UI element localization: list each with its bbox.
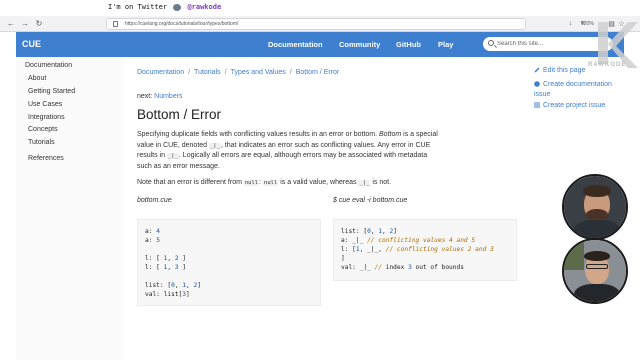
- para1-code-bottom-2: _|_: [166, 153, 179, 160]
- code-line: ]: [341, 255, 345, 262]
- download-icon[interactable]: ↓: [566, 19, 575, 28]
- sidebar-item-references[interactable]: References: [28, 155, 64, 162]
- list-icon: [534, 102, 540, 108]
- para2-code-null-2: null: [263, 180, 279, 186]
- banner-text: I'm on Twitter @rawkode: [108, 3, 221, 11]
- github-icon: [534, 81, 540, 87]
- banner-prefix: I'm on Twitter: [108, 3, 168, 11]
- para1-text-5: . Logically all errors are equal, althou…: [137, 152, 428, 170]
- para2-text-3: is a valid value, whereas: [280, 179, 357, 186]
- code-line: a: _|_ // conflicting values 4 and 5: [341, 237, 476, 244]
- sidebar-item-about[interactable]: About: [28, 75, 46, 82]
- breadcrumb: Documentation / Tutorials / Types and Values…: [137, 69, 340, 76]
- breadcrumb-documentation[interactable]: Documentation: [137, 69, 184, 76]
- watermark-text: RAWKODE: [588, 62, 627, 68]
- code-line: l: [ 1, 2 ]: [145, 255, 187, 262]
- code-line: l: [1, _|_, // conflicting values 2 and …: [341, 246, 494, 253]
- edit-icon: [534, 67, 540, 73]
- para2-code-bottom: _|_: [358, 180, 371, 186]
- nav-github[interactable]: GitHub: [396, 40, 421, 49]
- site-navbar: CUE Documentation Community GitHub Play: [16, 32, 624, 57]
- code-line: a: 4: [145, 228, 160, 235]
- edit-page-label: Edit this page: [543, 67, 586, 74]
- next-label: next:: [137, 93, 153, 100]
- twitter-handle: @rawkode: [187, 3, 222, 11]
- avatar-icon: [173, 3, 182, 11]
- sidebar-item-use-cases[interactable]: Use Cases: [28, 101, 62, 108]
- para2-code-null: null: [243, 180, 260, 186]
- sidebar-item-documentation[interactable]: Documentation: [25, 62, 72, 69]
- code-line: l: [ 1, 3 ]: [145, 264, 187, 271]
- intro-paragraph: Specifying duplicate fields with conflic…: [137, 130, 442, 172]
- breadcrumb-bottom-error[interactable]: Bottom / Error: [296, 69, 340, 76]
- code-block-input: a: 4 a: 5 l: [ 1, 2 ] l: [ 1, 3 ] list: …: [137, 219, 321, 306]
- para1-italic-bottom: Bottom: [379, 131, 402, 138]
- breadcrumb-tutorials[interactable]: Tutorials: [194, 69, 221, 76]
- search-icon: [488, 40, 494, 46]
- sidebar-item-getting-started[interactable]: Getting Started: [28, 88, 75, 95]
- para1-text-1: Specifying duplicate fields with conflic…: [137, 131, 378, 138]
- address-bar[interactable]: https://cuelang.org/docs/tutorials/tour/…: [106, 18, 625, 30]
- url-text: https://cuelang.org/docs/tutorials/tour/…: [125, 21, 239, 27]
- sidebar-item-tutorials[interactable]: Tutorials: [28, 139, 55, 146]
- right-command-label: $ cue eval -i bottom.cue: [333, 197, 408, 204]
- twitter-banner: I'm on Twitter @rawkode: [0, 0, 640, 16]
- para1-code-bottom: _|_: [209, 142, 221, 149]
- page-title: Bottom / Error: [137, 107, 222, 122]
- sidebar: Documentation About Getting Started Use …: [16, 57, 124, 360]
- create-project-issue-link[interactable]: Create project issue: [534, 102, 605, 109]
- webcam-presenter-1: [562, 174, 628, 240]
- left-file-label: bottom.cue: [137, 197, 172, 204]
- null-note-paragraph: Note that an error is different from nul…: [137, 178, 442, 189]
- code-line: a: 5: [145, 237, 160, 244]
- webcam-presenter-2: [562, 238, 628, 304]
- nav-documentation[interactable]: Documentation: [268, 40, 323, 49]
- create-doc-issue-link[interactable]: Create documentation issue: [534, 80, 624, 99]
- code-line: val: list[3]: [145, 291, 190, 298]
- glasses: [586, 264, 608, 269]
- next-link-numbers[interactable]: Numbers: [154, 93, 182, 100]
- code-line: val: _|_ // index 3 out of bounds: [341, 264, 464, 271]
- create-project-issue-label: Create project issue: [543, 102, 606, 109]
- sidebar-item-concepts[interactable]: Concepts: [28, 126, 58, 133]
- para2-text-1: Note that an error is different from: [137, 179, 242, 186]
- create-doc-issue-label: Create documentation issue: [534, 81, 612, 98]
- nav-community[interactable]: Community: [339, 40, 380, 49]
- lock-icon: [113, 21, 118, 27]
- code-line: list: [0, 1, 2]: [341, 228, 397, 235]
- code-block-output: list: [0, 1, 2] a: _|_ // conflicting va…: [333, 219, 517, 281]
- back-arrow-icon[interactable]: ←: [6, 19, 16, 29]
- para2-text-4: is not.: [372, 179, 392, 186]
- breadcrumb-types-and-values[interactable]: Types and Values: [231, 69, 286, 76]
- code-line: list: [0, 1, 2]: [145, 282, 201, 289]
- sidebar-item-integrations[interactable]: Integrations: [28, 114, 65, 121]
- cue-logo[interactable]: CUE: [22, 39, 41, 49]
- reload-icon[interactable]: ↻: [34, 19, 44, 29]
- nav-play[interactable]: Play: [438, 40, 453, 49]
- edit-page-link[interactable]: Edit this page: [534, 67, 585, 74]
- para2-colon: :: [259, 179, 262, 186]
- next-nav: next: Numbers: [137, 93, 183, 100]
- browser-toolbar: ← → ↻ https://cuelang.org/docs/tutorials…: [0, 16, 640, 32]
- forward-arrow-icon[interactable]: →: [20, 19, 30, 29]
